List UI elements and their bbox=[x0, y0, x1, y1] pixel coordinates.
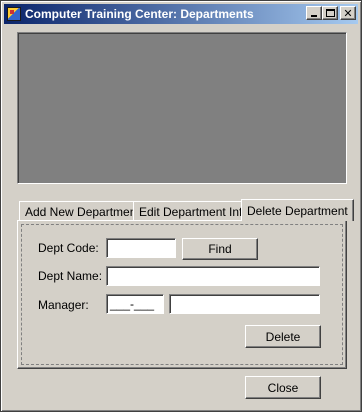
delete-button[interactable]: Delete bbox=[245, 325, 321, 348]
close-icon: ✕ bbox=[343, 6, 353, 20]
find-button-label: Find bbox=[208, 242, 232, 256]
dept-name-label: Dept Name: bbox=[38, 269, 103, 283]
department-display-area bbox=[17, 32, 347, 184]
tab-edit-department-info[interactable]: Edit Department Info bbox=[133, 201, 256, 221]
manager-name-field[interactable] bbox=[169, 294, 320, 314]
minimize-icon bbox=[311, 15, 317, 17]
manager-id-mask: ___-___ bbox=[110, 297, 155, 311]
caption-buttons: ✕ bbox=[306, 6, 356, 20]
window-title: Computer Training Center: Departments bbox=[25, 7, 254, 21]
maximize-button[interactable] bbox=[322, 6, 338, 20]
title-bar[interactable]: Computer Training Center: Departments ✕ bbox=[4, 4, 358, 24]
dept-code-field[interactable] bbox=[106, 238, 176, 258]
find-button[interactable]: Find bbox=[182, 238, 258, 260]
minimize-button[interactable] bbox=[306, 6, 322, 20]
delete-button-label: Delete bbox=[265, 329, 301, 344]
maximize-icon bbox=[325, 9, 335, 17]
tab-panel-delete-department: Dept Code: Find Dept Name: Manager: ___-… bbox=[17, 220, 347, 369]
main-window: Computer Training Center: Departments ✕ … bbox=[0, 0, 362, 412]
tab-add-new-department[interactable]: Add New Department bbox=[19, 201, 146, 221]
manager-label: Manager: bbox=[38, 298, 89, 312]
close-button[interactable]: Close bbox=[245, 376, 321, 399]
dept-name-field[interactable] bbox=[106, 266, 320, 286]
close-window-button[interactable]: ✕ bbox=[340, 6, 356, 20]
app-icon bbox=[7, 7, 21, 21]
tab-label: Add New Department bbox=[25, 204, 140, 219]
tab-label: Delete Department bbox=[247, 203, 348, 218]
tab-label: Edit Department Info bbox=[139, 204, 250, 219]
dept-code-label: Dept Code: bbox=[38, 241, 99, 255]
manager-id-masked-field[interactable]: ___-___ bbox=[106, 294, 164, 314]
tab-delete-department[interactable]: Delete Department bbox=[241, 199, 354, 221]
close-button-label: Close bbox=[267, 380, 299, 395]
